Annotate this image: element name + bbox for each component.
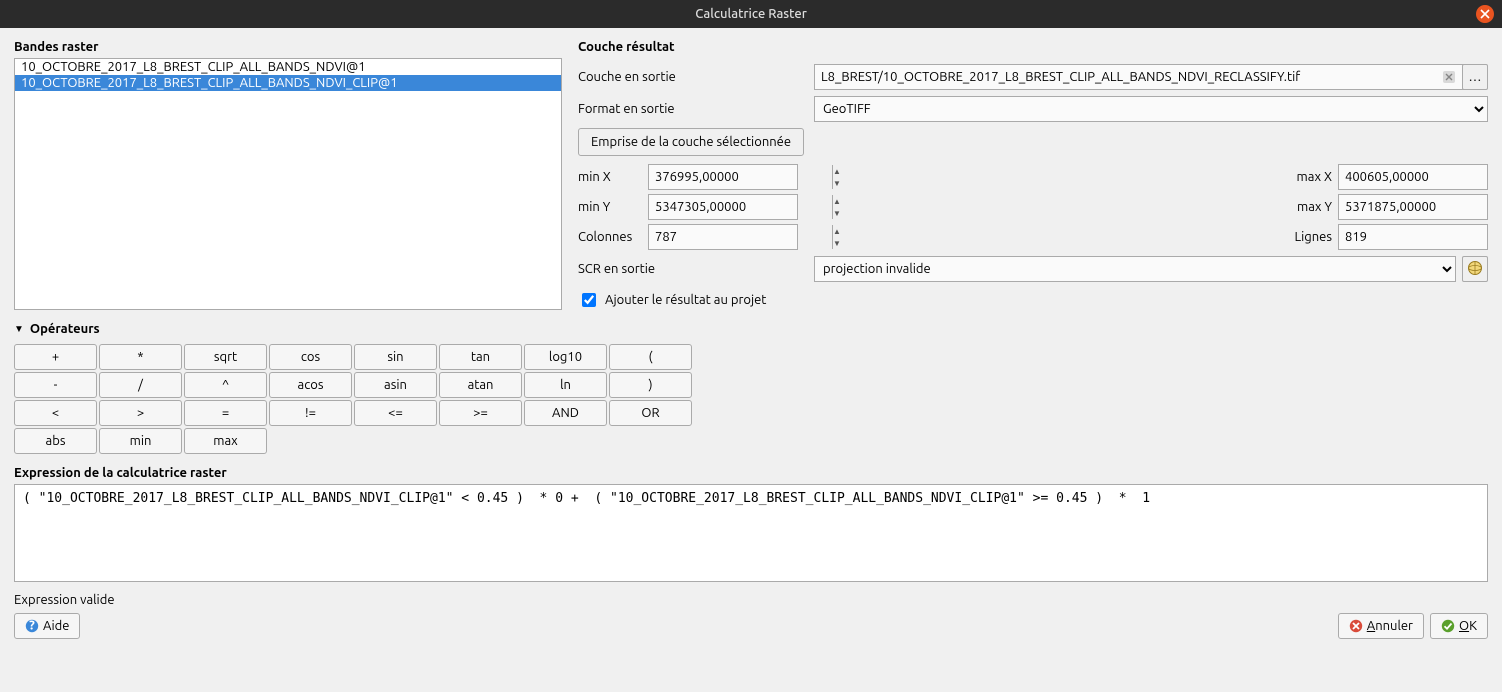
- min-y-input[interactable]: ▲▼: [648, 194, 798, 220]
- output-layer-input[interactable]: [814, 64, 1464, 90]
- operator-button[interactable]: ln: [524, 372, 607, 398]
- operator-button[interactable]: *: [99, 344, 182, 370]
- min-x-input[interactable]: ▲▼: [648, 164, 798, 190]
- ok-icon: [1441, 619, 1455, 633]
- output-crs-select[interactable]: projection invalide: [814, 256, 1456, 282]
- operator-button[interactable]: >: [99, 400, 182, 426]
- operator-button[interactable]: =: [184, 400, 267, 426]
- expression-status: Expression valide: [14, 593, 1488, 607]
- expression-header: Expression de la calculatrice raster: [14, 466, 1488, 480]
- rows-label: Lignes: [1280, 230, 1338, 244]
- result-layer-header: Couche résultat: [578, 40, 1488, 54]
- max-x-label: max X: [1280, 170, 1338, 184]
- operator-button[interactable]: sqrt: [184, 344, 267, 370]
- operator-button[interactable]: OR: [609, 400, 692, 426]
- spin-up-icon[interactable]: ▲: [833, 225, 841, 237]
- operator-button[interactable]: AND: [524, 400, 607, 426]
- columns-label: Colonnes: [578, 230, 648, 244]
- min-x-label: min X: [578, 170, 648, 184]
- operator-button[interactable]: /: [99, 372, 182, 398]
- titlebar: Calculatrice Raster: [0, 0, 1502, 28]
- min-y-label: min Y: [578, 200, 648, 214]
- spin-up-icon[interactable]: ▲: [833, 165, 841, 177]
- close-button[interactable]: [1476, 5, 1494, 23]
- operator-button[interactable]: -: [14, 372, 97, 398]
- operator-button[interactable]: <=: [354, 400, 437, 426]
- raster-bands-list[interactable]: 10_OCTOBRE_2017_L8_BREST_CLIP_ALL_BANDS_…: [14, 58, 562, 310]
- columns-input[interactable]: ▲▼: [648, 224, 798, 250]
- operator-button[interactable]: asin: [354, 372, 437, 398]
- output-crs-label: SCR en sortie: [578, 262, 808, 276]
- cancel-button[interactable]: Annuler: [1338, 613, 1424, 639]
- operator-button[interactable]: atan: [439, 372, 522, 398]
- operator-button[interactable]: <: [14, 400, 97, 426]
- cancel-label-suffix: nnuler: [1375, 619, 1413, 633]
- expression-input[interactable]: [14, 484, 1488, 582]
- spin-down-icon[interactable]: ▼: [833, 177, 841, 189]
- window-title: Calculatrice Raster: [695, 7, 807, 21]
- raster-band-item[interactable]: 10_OCTOBRE_2017_L8_BREST_CLIP_ALL_BANDS_…: [15, 75, 561, 91]
- svg-text:?: ?: [29, 619, 35, 633]
- operator-button[interactable]: min: [99, 428, 182, 454]
- crs-picker-button[interactable]: [1462, 256, 1488, 282]
- ok-label-suffix: K: [1469, 619, 1477, 633]
- browse-button[interactable]: …: [1462, 64, 1488, 90]
- operator-button[interactable]: ): [609, 372, 692, 398]
- current-layer-extent-button[interactable]: Emprise de la couche sélectionnée: [578, 128, 804, 156]
- clear-output-icon[interactable]: [1440, 68, 1458, 86]
- operator-button[interactable]: tan: [439, 344, 522, 370]
- ellipsis-icon: …: [1469, 70, 1482, 84]
- spin-down-icon[interactable]: ▼: [833, 207, 841, 219]
- operator-button[interactable]: sin: [354, 344, 437, 370]
- max-y-input[interactable]: ▲▼: [1338, 194, 1488, 220]
- operator-button[interactable]: +: [14, 344, 97, 370]
- operator-button[interactable]: log10: [524, 344, 607, 370]
- rows-input[interactable]: ▲▼: [1338, 224, 1488, 250]
- add-to-project-label: Ajouter le résultat au projet: [605, 293, 766, 307]
- output-layer-label: Couche en sortie: [578, 70, 808, 84]
- operator-button[interactable]: >=: [439, 400, 522, 426]
- output-format-select[interactable]: GeoTIFF: [814, 96, 1488, 122]
- max-x-input[interactable]: ▲▼: [1338, 164, 1488, 190]
- max-y-label: max Y: [1280, 200, 1338, 214]
- add-to-project-checkbox[interactable]: [582, 293, 596, 307]
- operator-button[interactable]: !=: [269, 400, 352, 426]
- close-icon: [1480, 9, 1490, 19]
- chevron-down-icon: ▼: [14, 323, 24, 335]
- operator-button[interactable]: (: [609, 344, 692, 370]
- operators-grid: +*sqrtcossintanlog10( -/^acosasinatanln) <…: [14, 344, 1488, 454]
- spin-down-icon[interactable]: ▼: [833, 237, 841, 249]
- help-icon: ?: [25, 619, 39, 633]
- spin-up-icon[interactable]: ▲: [833, 195, 841, 207]
- operator-button[interactable]: acos: [269, 372, 352, 398]
- operators-header: Opérateurs: [30, 322, 100, 336]
- operator-button[interactable]: ^: [184, 372, 267, 398]
- globe-icon: [1467, 260, 1483, 279]
- raster-band-item[interactable]: 10_OCTOBRE_2017_L8_BREST_CLIP_ALL_BANDS_…: [15, 59, 561, 75]
- cancel-icon: [1349, 619, 1363, 633]
- ok-button[interactable]: OK: [1430, 613, 1488, 639]
- raster-bands-header: Bandes raster: [14, 40, 562, 54]
- operator-button[interactable]: abs: [14, 428, 97, 454]
- operator-button[interactable]: max: [184, 428, 267, 454]
- operators-toggle[interactable]: ▼ Opérateurs: [14, 322, 1488, 336]
- output-format-label: Format en sortie: [578, 102, 808, 116]
- operator-button[interactable]: cos: [269, 344, 352, 370]
- help-button[interactable]: ? Aide: [14, 613, 80, 639]
